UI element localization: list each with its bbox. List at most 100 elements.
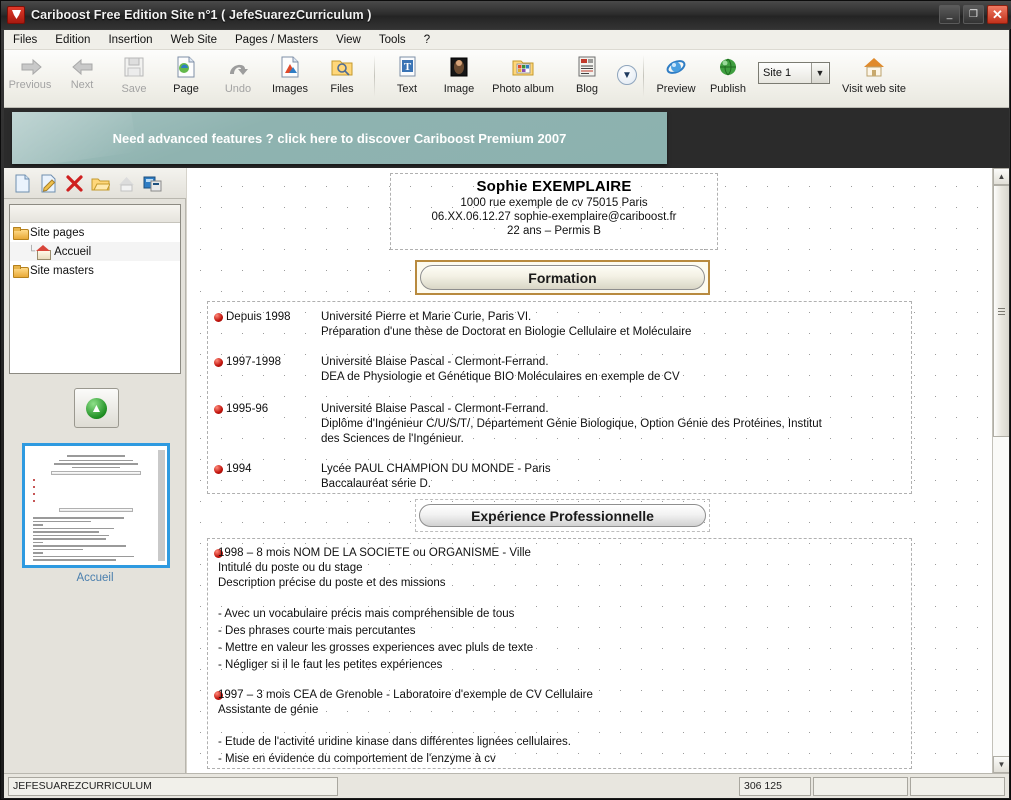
formation-year: 1994 xyxy=(226,463,252,475)
toolbar-button-images[interactable]: Images xyxy=(264,53,316,95)
menu-item-help[interactable]: ? xyxy=(415,32,439,48)
page-thumbnail-caption: Accueil xyxy=(76,572,114,584)
application-window: Cariboost Free Edition Site n°1 ( JefeSu… xyxy=(0,0,1011,800)
status-site-name: JEFESUAREZCURRICULUM xyxy=(8,776,338,796)
page-grid[interactable]: Sophie EXEMPLAIRE 1000 rue exemple de cv… xyxy=(187,168,992,773)
promo-banner[interactable]: Need advanced features ? click here to d… xyxy=(12,112,667,164)
status-field-b xyxy=(910,776,1005,796)
menu-item-pages-masters[interactable]: Pages / Masters xyxy=(226,32,327,48)
add-page-button[interactable]: ▲ xyxy=(74,388,119,428)
close-button[interactable]: ✕ xyxy=(987,5,1008,24)
formation-year: 1997-1998 xyxy=(226,356,281,368)
duplicate-page-icon[interactable] xyxy=(143,174,162,193)
toolbar-button-publish[interactable]: Publish xyxy=(702,53,754,95)
formation-entry[interactable]: 1997-1998 Université Blaise Pascal - Cle… xyxy=(214,355,903,385)
home-page-icon[interactable] xyxy=(117,174,136,193)
home-house-icon xyxy=(861,55,887,81)
cv-address: 1000 rue exemple de cv 75015 Paris xyxy=(460,197,648,209)
formation-block[interactable]: Depuis 1998 Université Pierre et Marie C… xyxy=(207,301,912,494)
scrollbar-track[interactable] xyxy=(993,185,1009,756)
chevron-down-icon[interactable]: ▼ xyxy=(811,63,828,83)
tree-item-site-pages[interactable]: Site pages xyxy=(10,223,180,242)
menu-item-edition[interactable]: Edition xyxy=(46,32,99,48)
site-pages-tree[interactable]: Site pages └ Accueil Site masters xyxy=(9,204,181,374)
formation-line: Université Blaise Pascal - Clermont-Ferr… xyxy=(321,403,549,415)
toolbar-button-text[interactable]: T Text xyxy=(381,53,433,95)
tree-item-site-masters[interactable]: Site masters xyxy=(10,261,180,280)
toolbar-button-previous[interactable]: Previous xyxy=(4,53,56,91)
photo-icon xyxy=(446,55,472,81)
open-folder-icon[interactable] xyxy=(91,174,111,193)
toolbar-button-page[interactable]: Page xyxy=(160,53,212,95)
menu-item-web-site[interactable]: Web Site xyxy=(162,32,226,48)
edit-pencil-icon[interactable] xyxy=(39,174,58,193)
cv-extra: 22 ans – Permis B xyxy=(507,225,601,237)
floppy-disk-icon xyxy=(121,55,147,81)
site-select[interactable]: Site 1 ▼ xyxy=(758,62,830,84)
tree-item-accueil[interactable]: └ Accueil xyxy=(10,242,180,261)
page-thumbnail[interactable] xyxy=(22,443,170,568)
main-body: Site pages └ Accueil Site masters ▲ Accu… xyxy=(4,168,1009,773)
page-editor-canvas[interactable]: Sophie EXEMPLAIRE 1000 rue exemple de cv… xyxy=(187,168,1009,773)
toolbar-label-previous: Previous xyxy=(8,79,52,91)
toolbar-button-visit-web-site[interactable]: Visit web site xyxy=(836,53,912,95)
home-page-icon xyxy=(36,245,52,260)
formation-line: DEA de Physiologie et Génétique BIO Molé… xyxy=(321,371,680,383)
toolbar-button-next[interactable]: Next xyxy=(56,53,108,91)
menu-item-tools[interactable]: Tools xyxy=(370,32,415,48)
maximize-icon: ❐ xyxy=(969,8,978,20)
formation-line: Baccalauréat série D. xyxy=(321,478,431,490)
formation-entry[interactable]: Depuis 1998 Université Pierre et Marie C… xyxy=(214,310,903,340)
formation-entry[interactable]: 1995-96 Université Blaise Pascal - Clerm… xyxy=(214,402,903,447)
blog-icon xyxy=(574,55,600,81)
minimize-button[interactable]: _ xyxy=(939,5,960,24)
menu-item-files[interactable]: Files xyxy=(4,32,46,48)
svg-text:T: T xyxy=(404,61,412,73)
experience-line: 1997 – 3 mois CEA de Grenoble - Laborato… xyxy=(218,689,593,701)
delete-x-icon[interactable] xyxy=(65,174,84,193)
toolbar-button-files[interactable]: Files xyxy=(316,53,368,95)
status-spacer xyxy=(338,777,739,796)
chevron-double-down-icon[interactable]: ▼ xyxy=(617,65,637,85)
formation-year: Depuis 1998 xyxy=(226,311,291,323)
toolbar-button-save[interactable]: Save xyxy=(108,53,160,95)
experience-line: - Mise en évidence du comportement de l'… xyxy=(218,753,496,765)
menu-item-view[interactable]: View xyxy=(327,32,370,48)
bullet-icon xyxy=(214,313,223,322)
scroll-up-button[interactable]: ▲ xyxy=(993,168,1009,185)
page-thumbnail-preview xyxy=(25,446,167,565)
globe-publish-icon xyxy=(715,55,741,81)
menu-item-insertion[interactable]: Insertion xyxy=(99,32,161,48)
toolbar-button-blog[interactable]: Blog xyxy=(561,53,613,95)
maximize-button[interactable]: ❐ xyxy=(963,5,984,24)
toolbar-button-image[interactable]: Image xyxy=(433,53,485,95)
window-frame: Cariboost Free Edition Site n°1 ( JefeSu… xyxy=(0,0,1011,800)
experience-block[interactable]: 1998 – 8 mois NOM DE LA SOCIETE ou ORGAN… xyxy=(207,538,912,769)
section-banner-experience[interactable]: Expérience Professionnelle xyxy=(415,499,710,532)
bullet-icon xyxy=(214,358,223,367)
formation-line: Diplôme d'Ingénieur C/U/S/T/, Départemen… xyxy=(321,418,822,430)
toolbar-button-photo-album[interactable]: Photo album xyxy=(485,53,561,95)
files-folder-icon xyxy=(329,55,355,81)
scrollbar-thumb[interactable] xyxy=(993,185,1009,437)
section-banner-formation[interactable]: Formation xyxy=(415,260,710,295)
toolbar-separator-1 xyxy=(374,55,375,97)
new-page-icon[interactable] xyxy=(13,174,32,193)
tree-header xyxy=(10,205,180,223)
toolbar-label-preview: Preview xyxy=(656,83,696,95)
scroll-down-button[interactable]: ▼ xyxy=(993,756,1009,773)
toolbar-button-undo[interactable]: Undo xyxy=(212,53,264,95)
experience-line: - Des phrases courte mais percutantes xyxy=(218,625,416,637)
cv-header-block[interactable]: Sophie EXEMPLAIRE 1000 rue exemple de cv… xyxy=(390,173,718,250)
menu-bar: Files Edition Insertion Web Site Pages /… xyxy=(4,30,1009,50)
status-coordinates: 306 125 xyxy=(739,776,811,796)
close-icon: ✕ xyxy=(992,7,1003,22)
toolbar-button-preview[interactable]: Preview xyxy=(650,53,702,95)
formation-text: Université Blaise Pascal - Clermont-Ferr… xyxy=(321,402,903,447)
formation-entry[interactable]: 1994 Lycée PAUL CHAMPION DU MONDE - Pari… xyxy=(214,462,903,492)
formation-line: des Sciences de l'Ingénieur. xyxy=(321,433,464,445)
formation-line: Université Blaise Pascal - Clermont-Ferr… xyxy=(321,356,549,368)
bullet-icon xyxy=(214,465,223,474)
photo-album-icon xyxy=(510,55,536,81)
canvas-vertical-scrollbar[interactable]: ▲ ▼ xyxy=(992,168,1009,773)
